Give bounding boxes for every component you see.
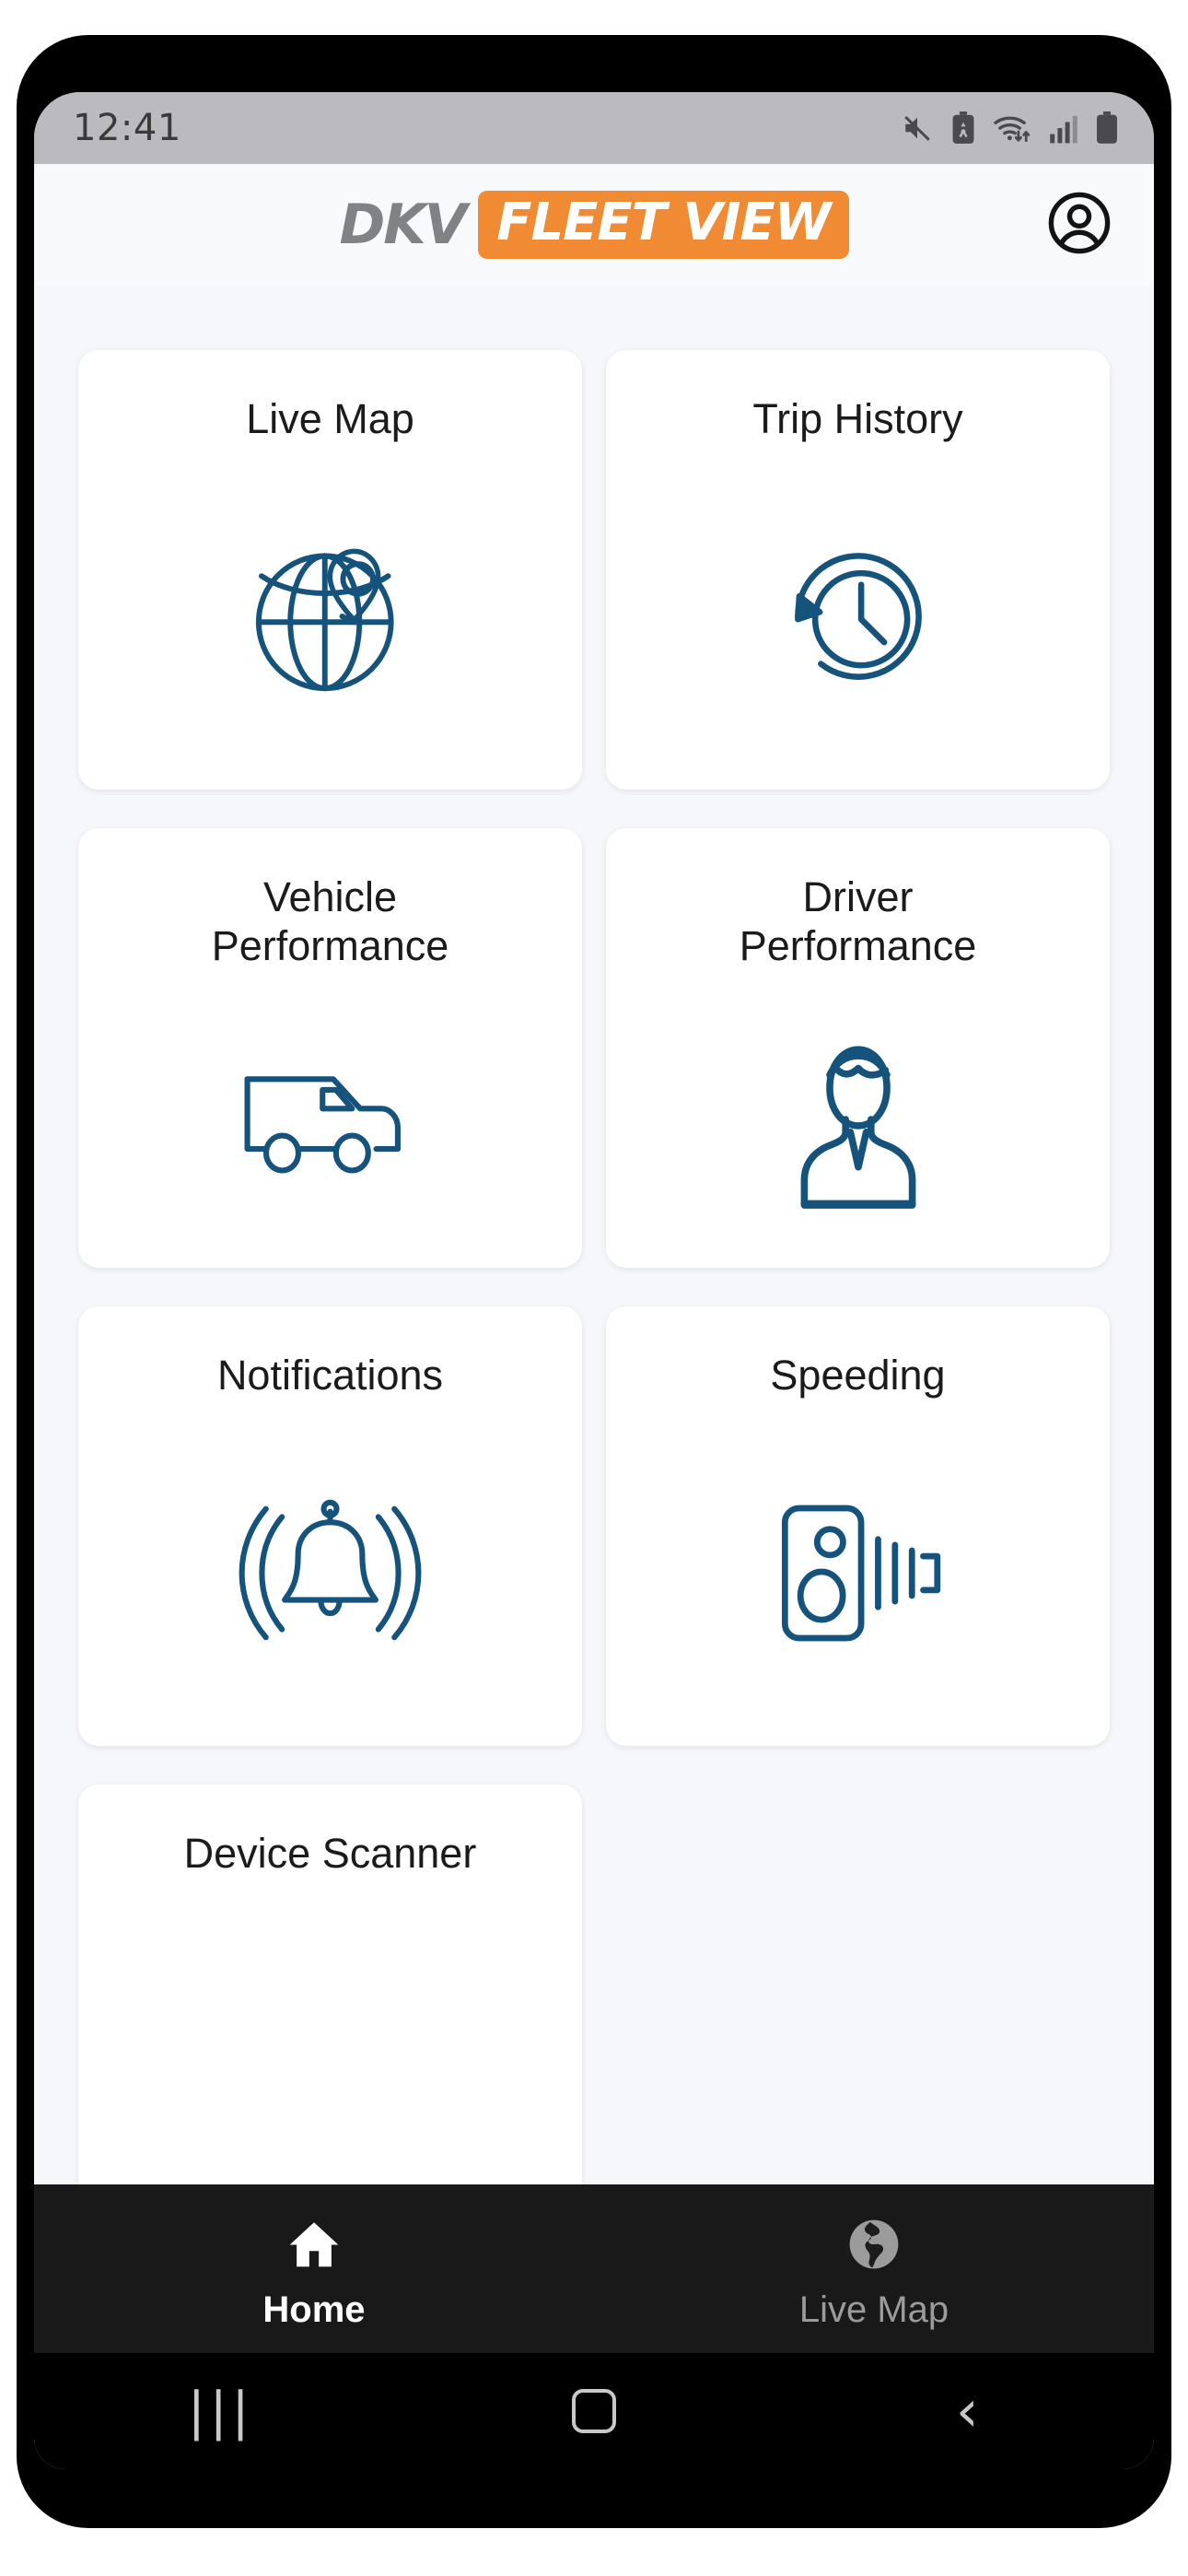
phone-screen: 12:41 DKV FLEET VIEW Live Map Trip Histo… (34, 92, 1154, 2469)
bottom-navigation: Home Live Map (34, 2184, 1154, 2353)
bell-ringing-icon (78, 1493, 582, 1654)
wifi-icon (992, 111, 1032, 145)
van-icon (78, 1050, 582, 1188)
home-icon (284, 2214, 344, 2275)
tile-label: Notifications (216, 1352, 444, 1399)
battery-saver-icon (950, 111, 976, 145)
history-clock-icon (606, 524, 1110, 708)
nav-item-home[interactable]: Home (34, 2214, 594, 2331)
home-square-icon (571, 2389, 616, 2433)
feature-tile-grid: Live Map Trip History Vehicle Performanc… (78, 350, 1110, 2184)
tile-device-scanner[interactable]: Device Scanner (78, 1785, 582, 2184)
tile-driver-performance[interactable]: Driver Performance (606, 828, 1110, 1268)
tile-label: Speeding (770, 1352, 946, 1399)
logo-dkv-text: DKV (339, 192, 467, 257)
tile-label: Device Scanner (183, 1830, 477, 1877)
tile-notifications[interactable]: Notifications (78, 1306, 582, 1746)
tile-label: Vehicle Performance (211, 873, 449, 970)
tile-speeding[interactable]: Speeding (606, 1306, 1110, 1746)
globe-icon (845, 2214, 903, 2275)
account-circle-icon (1046, 190, 1112, 261)
account-button[interactable] (1045, 191, 1113, 259)
tile-trip-history[interactable]: Trip History (606, 350, 1110, 790)
back-chevron-icon: ‹ (955, 2377, 979, 2444)
home-button[interactable] (530, 2353, 658, 2469)
tile-live-map[interactable]: Live Map (78, 350, 582, 790)
nav-label: Live Map (798, 2289, 949, 2330)
tile-label: Trip History (752, 395, 963, 442)
mute-icon (900, 112, 935, 144)
battery-icon (1095, 111, 1119, 145)
tile-label: Driver Performance (739, 873, 977, 970)
tile-label: Live Map (246, 395, 414, 442)
nav-item-live-map[interactable]: Live Map (594, 2214, 1154, 2331)
android-system-nav: ||| ‹ (34, 2353, 1154, 2469)
nav-label: Home (262, 2289, 366, 2330)
recents-icon: ||| (187, 2381, 254, 2441)
logo-fleetview-badge: FLEET VIEW (478, 190, 849, 260)
app-logo: DKV FLEET VIEW (339, 190, 849, 260)
status-clock: 12:41 (73, 107, 181, 149)
cellular-signal-icon (1048, 111, 1079, 145)
status-icons (900, 111, 1119, 145)
driver-person-icon (606, 1027, 1110, 1212)
globe-pin-icon (78, 524, 582, 708)
phone-frame: 12:41 DKV FLEET VIEW Live Map Trip Histo… (17, 35, 1171, 2528)
app-header: DKV FLEET VIEW (34, 164, 1154, 286)
recents-button[interactable]: ||| (157, 2353, 285, 2469)
status-bar: 12:41 (34, 92, 1154, 164)
back-button[interactable]: ‹ (903, 2353, 1031, 2469)
home-content: Live Map Trip History Vehicle Performanc… (34, 286, 1154, 2184)
tile-vehicle-performance[interactable]: Vehicle Performance (78, 828, 582, 1268)
speed-camera-icon (606, 1493, 1110, 1654)
